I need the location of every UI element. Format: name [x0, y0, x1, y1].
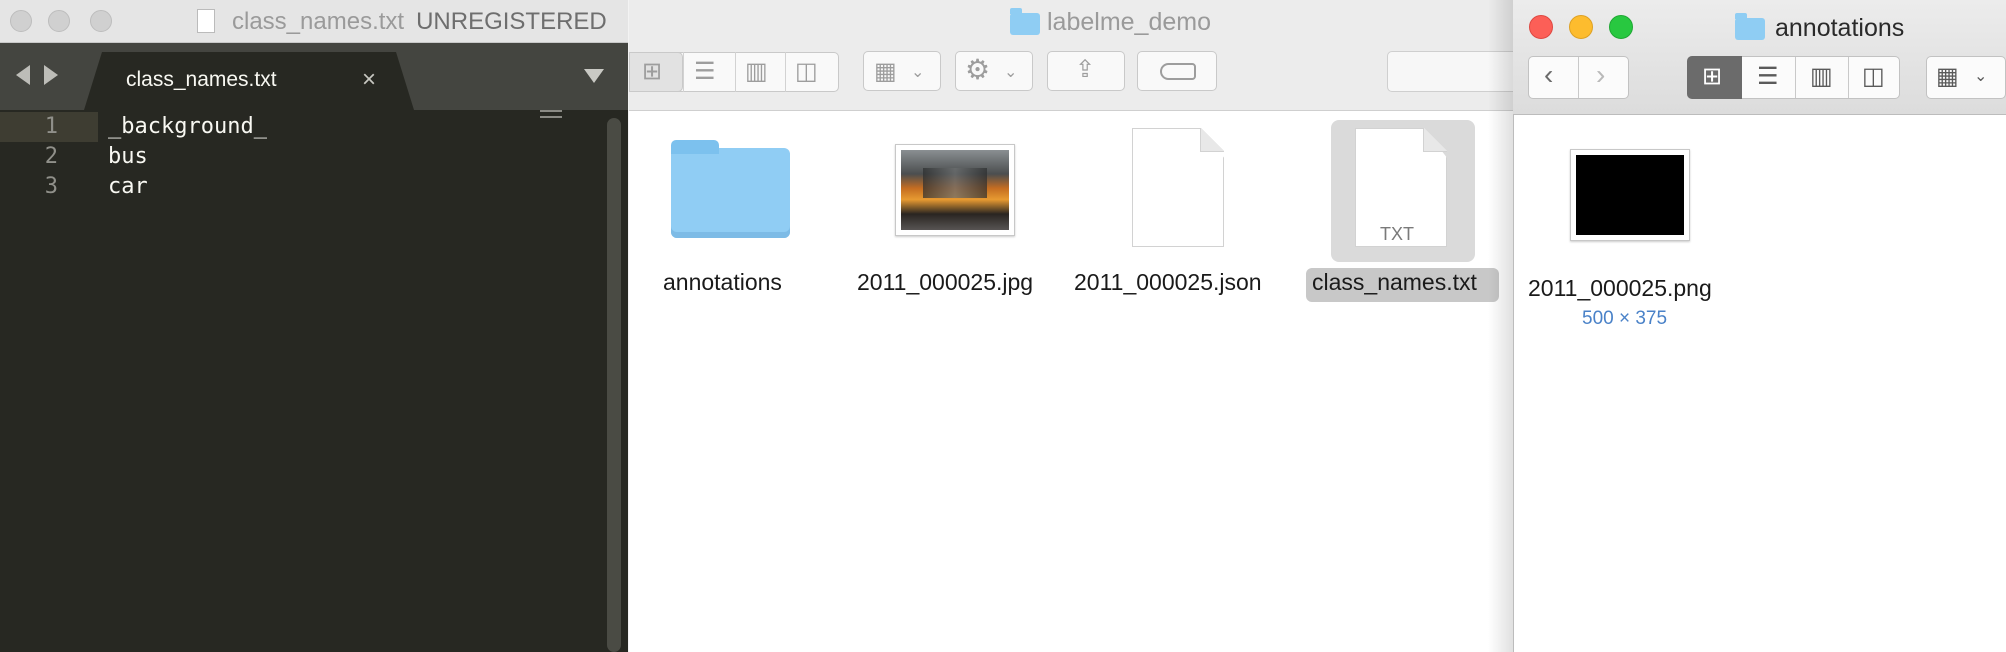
txt-badge: TXT: [1380, 224, 1414, 244]
editor-minimize-button[interactable]: [48, 10, 70, 32]
file-label-png[interactable]: 2011_000025.png: [1528, 275, 1712, 302]
forward-chevron-icon[interactable]: ›: [1596, 61, 1605, 89]
line-number: 1: [44, 114, 58, 139]
image-thumbnail-icon[interactable]: [1570, 149, 1690, 241]
editor-zoom-button[interactable]: [90, 10, 112, 32]
column-view-icon[interactable]: ▥: [1810, 65, 1833, 89]
minimap[interactable]: [540, 110, 562, 118]
image-dimensions: 500 × 375: [1582, 308, 1668, 329]
image-thumbnail-icon[interactable]: [895, 144, 1015, 236]
list-view-icon[interactable]: ☰: [1757, 65, 1779, 89]
editor-scrollbar[interactable]: [607, 118, 621, 652]
code-line[interactable]: car: [108, 174, 148, 199]
annotations-window-title: annotations: [1775, 14, 1905, 42]
line-number: 2: [44, 144, 58, 169]
tag-icon: [1160, 63, 1196, 80]
page-fold: [1423, 128, 1447, 152]
list-view-icon[interactable]: ☰: [694, 60, 716, 84]
line-number: 3: [44, 174, 58, 199]
chevron-down-icon: ⌄: [911, 64, 925, 81]
editor-tab-label[interactable]: class_names.txt: [126, 68, 277, 92]
divider: [683, 52, 684, 92]
arrange-icon: ▦: [1936, 63, 1959, 90]
icon-view-icon[interactable]: ⊞: [1702, 65, 1722, 89]
divider: [1848, 57, 1849, 98]
back-chevron-icon[interactable]: ‹: [1544, 61, 1553, 89]
editor-window-title: class_names.txt UNREGISTERED: [232, 8, 607, 36]
tab-forward-arrow-icon[interactable]: [44, 65, 58, 85]
editor-title-filename: class_names.txt: [232, 8, 405, 35]
column-view-icon[interactable]: ▥: [745, 60, 768, 84]
folder-icon: [1010, 8, 1040, 35]
code-line[interactable]: _background_: [108, 114, 267, 139]
minimize-button[interactable]: [1569, 15, 1593, 39]
divider: [785, 52, 786, 92]
chevron-down-icon: ⌄: [1004, 64, 1018, 81]
file-label-txt[interactable]: class_names.txt: [1312, 269, 1477, 296]
png-preview: [1576, 155, 1684, 235]
editor-close-button[interactable]: [10, 10, 32, 32]
divider: [735, 52, 736, 92]
bus-photo-preview: [901, 150, 1009, 230]
chevron-down-icon: ⌄: [1974, 68, 1988, 85]
tab-close-icon[interactable]: ×: [362, 66, 376, 94]
document-icon: [197, 9, 215, 33]
file-label-jpg[interactable]: 2011_000025.jpg: [857, 269, 1033, 296]
arrange-icon: ▦: [874, 58, 897, 85]
icon-view-icon[interactable]: ⊞: [642, 60, 662, 84]
window-shadow: [1488, 0, 1513, 652]
license-status: UNREGISTERED: [416, 8, 607, 35]
finder-window-title: labelme_demo: [1047, 8, 1211, 36]
gear-icon: ⚙: [965, 54, 991, 85]
folder-icon[interactable]: [671, 140, 790, 238]
close-button[interactable]: [1529, 15, 1553, 39]
divider: [1578, 57, 1579, 98]
tab-menu-dropdown-icon[interactable]: [584, 69, 604, 83]
cover-flow-view-icon[interactable]: ◫: [1862, 65, 1885, 89]
zoom-button[interactable]: [1609, 15, 1633, 39]
code-line[interactable]: bus: [108, 144, 148, 169]
file-label-json[interactable]: 2011_000025.json: [1074, 269, 1262, 296]
cover-flow-view-icon[interactable]: ◫: [795, 60, 818, 84]
folder-icon: [1735, 13, 1765, 40]
divider: [1795, 57, 1796, 98]
page-fold: [1200, 128, 1224, 152]
tab-back-arrow-icon[interactable]: [16, 65, 30, 85]
share-icon: ⇪: [1075, 56, 1096, 83]
file-label-annotations[interactable]: annotations: [663, 269, 782, 296]
